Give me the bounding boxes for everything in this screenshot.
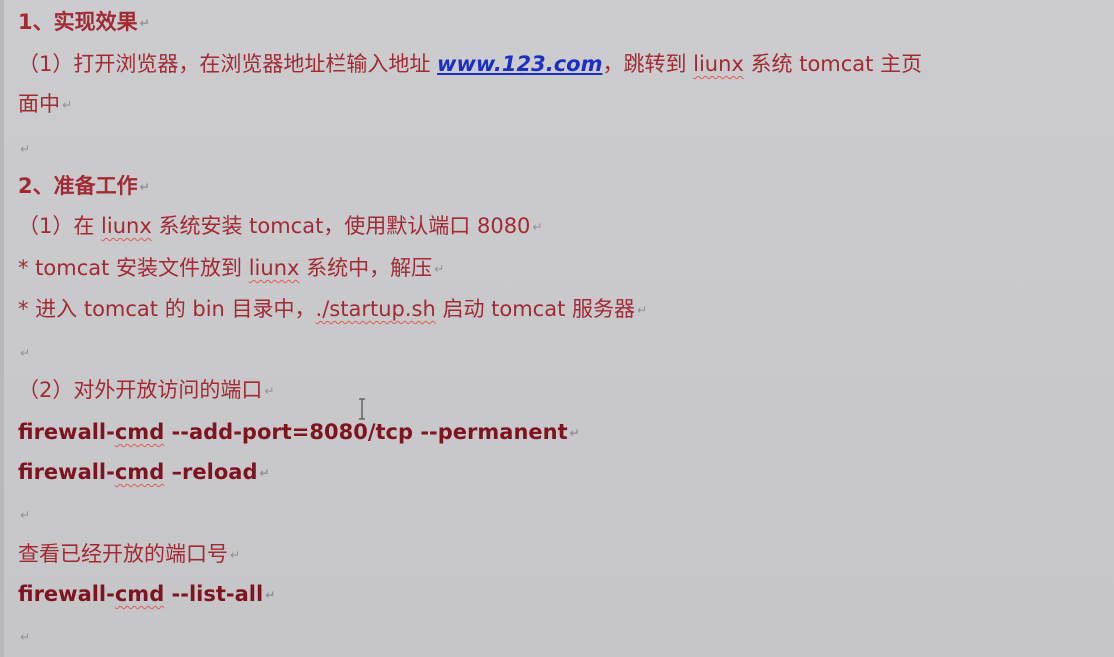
bullet-1-line: * tomcat 安装文件放到 liunx 系统中，解压 ↵ (18, 254, 444, 283)
empty-paragraph-1: ↵ (18, 134, 30, 163)
bullet-2-suffix: 启动 tomcat 服务器 (435, 297, 635, 321)
paragraph-mark-icon: ↵ (20, 142, 31, 156)
paragraph-mark-icon: ↵ (139, 180, 150, 194)
empty-paragraph-2: ↵ (18, 338, 30, 367)
step-1-line: （1）在 liunx 系统安装 tomcat，使用默认端口 8080 ↵ (18, 212, 542, 241)
paragraph-mark-icon: ↵ (265, 588, 276, 602)
paragraph-mark-icon: ↵ (62, 98, 73, 112)
heading-2: 2、准备工作 ↵ (18, 172, 150, 201)
command-2-cmd: cmd (114, 460, 165, 484)
paragraph-mark-icon: ↵ (139, 16, 150, 30)
step-1-liunx: liunx (101, 214, 152, 238)
view-ports-text: 查看已经开放的端口号 (18, 542, 228, 566)
bullet-1-suffix: 系统中，解压 (299, 256, 433, 280)
heading-1: 1、实现效果 ↵ (18, 8, 150, 37)
heading-1-text: 1、实现效果 (18, 10, 138, 34)
paragraph-mark-icon: ↵ (264, 384, 275, 398)
command-1-line: firewall-cmd --add-port=8080/tcp --perma… (18, 418, 580, 447)
command-2-part-a: firewall- (18, 460, 115, 484)
paragraph-mark-icon: ↵ (20, 508, 31, 522)
item-1-suffix: 系统 tomcat 主页 (743, 52, 923, 76)
bullet-2-line: * 进入 tomcat 的 bin 目录中，./startup.sh 启动 to… (18, 295, 647, 324)
command-3-part-c: --list-all (164, 582, 264, 606)
view-ports-line: 查看已经开放的端口号 ↵ (18, 540, 240, 569)
step-2-text: （2）对外开放访问的端口 (18, 378, 263, 402)
command-2-part-c: –reload (164, 460, 258, 484)
bullet-2-command: ./startup.sh (315, 297, 436, 321)
url-link[interactable]: www.123.com (437, 52, 602, 76)
text-cursor-icon (359, 398, 365, 420)
paragraph-mark-icon: ↵ (259, 466, 270, 480)
paragraph-mark-icon: ↵ (569, 426, 580, 440)
command-1-part-a: firewall- (18, 420, 115, 444)
paragraph-mark-icon: ↵ (230, 548, 241, 562)
paragraph-mark-icon: ↵ (20, 630, 31, 644)
item-1-line: （1）打开浏览器，在浏览器地址栏输入地址 www.123.com，跳转到 liu… (18, 50, 922, 78)
item-1-prefix: （1）打开浏览器，在浏览器地址栏输入地址 (18, 52, 438, 76)
paragraph-mark-icon: ↵ (20, 346, 31, 360)
document-page: 1、实现效果 ↵ （1）打开浏览器，在浏览器地址栏输入地址 www.123.com… (0, 0, 1114, 657)
item-1-continuation: 面中 ↵ (18, 90, 72, 119)
step-1-suffix: 系统安装 tomcat，使用默认端口 8080 (151, 214, 531, 238)
bullet-1-prefix: * tomcat 安装文件放到 (18, 256, 249, 280)
bullet-1-liunx: liunx (248, 256, 300, 280)
item-1-cont-text: 面中 (18, 92, 60, 116)
command-3-part-a: firewall- (18, 582, 115, 606)
item-1-mid: ，跳转到 (602, 52, 694, 76)
paragraph-mark-icon: ↵ (637, 303, 648, 317)
command-1-part-c: --add-port=8080/tcp --permanent (164, 420, 568, 444)
paragraph-mark-icon: ↵ (434, 262, 445, 276)
empty-paragraph-3: ↵ (18, 500, 30, 529)
bullet-2-prefix: * 进入 tomcat 的 bin 目录中， (18, 297, 316, 321)
step-2-line: （2）对外开放访问的端口 ↵ (18, 376, 274, 405)
command-2-line: firewall-cmd –reload ↵ (18, 458, 270, 487)
empty-paragraph-4: ↵ (18, 622, 30, 651)
step-1-prefix: （1）在 (18, 214, 102, 238)
command-3-cmd: cmd (114, 582, 165, 606)
command-1-cmd: cmd (114, 420, 165, 444)
paragraph-mark-icon: ↵ (532, 220, 543, 234)
item-1-liunx: liunx (693, 52, 744, 76)
heading-2-text: 2、准备工作 (18, 174, 138, 198)
command-3-line: firewall-cmd --list-all ↵ (18, 580, 275, 609)
